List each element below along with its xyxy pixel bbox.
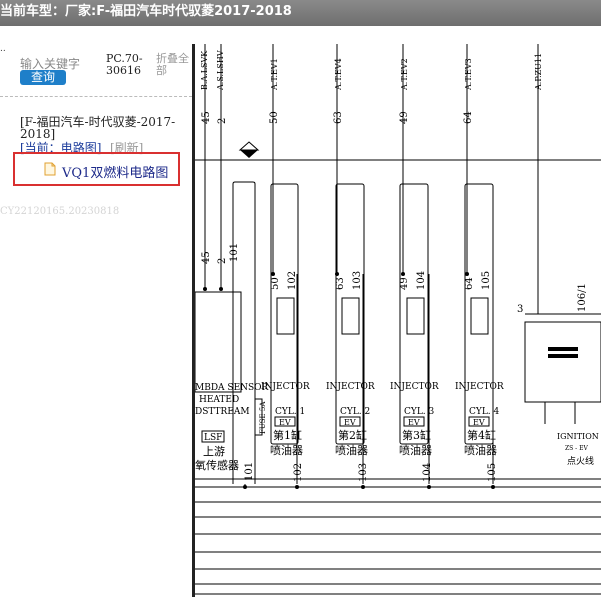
wire-tag-label: A.T.EV2 (400, 58, 409, 91)
injector-cn1: 第4缸 (467, 428, 496, 442)
injector-cyl: CYL. 3 (404, 407, 435, 417)
injector-label: INJECTOR (390, 382, 439, 392)
wire-number: 63 (333, 111, 344, 124)
ignition-code: ZS - EV (565, 445, 589, 452)
injector-block[interactable]: 63 103 INJECTOR CYL. 2EV第2缸喷油器 103 (326, 271, 375, 482)
ignition-pin2: 106/1 (577, 283, 588, 312)
injector-pin-b: 104 (416, 271, 427, 290)
ignition-cn: 点火线 (567, 455, 594, 467)
injector-pin-b: 102 (287, 271, 298, 290)
sensor-pin-1: 45 (201, 251, 212, 264)
injector-label: INJECTOR (261, 382, 310, 392)
injector-cyl: CYL. 1 (275, 407, 305, 417)
injector-out-num: 105 (487, 463, 498, 482)
ignition-pin: 3 (517, 304, 523, 315)
injector-pin-b: 105 (481, 271, 492, 290)
injector-pin-a: 64 (464, 277, 475, 290)
wire-number: 50 (269, 111, 280, 124)
injector-out-num: 103 (358, 463, 369, 482)
injector-label: INJECTOR (326, 382, 375, 392)
wire-tag-label: A.T.EV1 (270, 58, 279, 91)
wire-number: 45 (201, 111, 212, 124)
wire-number: 64 (463, 111, 474, 124)
sensor-out-num: 101 (244, 462, 255, 481)
diagram-svg: B.A.LSVK A.S.LSHV A.T.EV1 A.T.EV4 A.T.EV2 A.T… (195, 44, 601, 595)
injector-out-num: 102 (293, 463, 304, 482)
injector-block[interactable]: 49 104 INJECTOR CYL. 3EV第3缸喷油器 104 (390, 271, 439, 482)
wire-tag-label: A.S.LSHV (216, 50, 225, 91)
query-button[interactable]: 查询 (20, 70, 66, 85)
wire-number: 49 (399, 111, 410, 124)
injector-pin-a: 49 (399, 277, 410, 290)
collapse-all-button[interactable]: 折叠全部 (156, 53, 192, 77)
vehicle-title: 厂家:F-福田汽车时代驭菱2017-2018 (65, 4, 292, 19)
injector-block[interactable]: 64 105 INJECTOR CYL. 4EV第4缸喷油器 105 (455, 271, 504, 482)
tiny-marker: .. (0, 44, 6, 54)
injector-cn2: 喷油器 (464, 443, 497, 457)
wire-number: 2 (217, 118, 228, 124)
injector-cn2: 喷油器 (270, 443, 303, 457)
document-icon (44, 162, 56, 176)
wiring-diagram[interactable]: B.A.LSVK A.S.LSHV A.T.EV1 A.T.EV4 A.T.EV2 A.T… (195, 44, 601, 597)
title-bar: 当前车型：厂家:F-福田汽车时代驭菱2017-2018 (0, 0, 601, 26)
sensor-pin-2: 2 (217, 258, 228, 264)
tree-root[interactable]: [F-福田汽车-时代驭菱-2017-2018] (20, 116, 180, 140)
injector-cn1: 第1缸 (273, 428, 302, 442)
injector-label: INJECTOR (455, 382, 504, 392)
sensor-text-2: HEATED (199, 395, 239, 405)
injector-pin-a: 63 (335, 277, 346, 290)
sensor-text-1: MBDA SENSOR (195, 383, 269, 393)
injector-cyl: CYL. 4 (469, 407, 500, 417)
sensor-cn-2: 氧传感器 (195, 458, 239, 472)
sensor-pin-3: 101 (229, 243, 240, 262)
injector-code: EV (408, 418, 420, 427)
injector-cn2: 喷油器 (335, 443, 368, 457)
sensor-code: LSF (204, 433, 222, 443)
sensor-text-3: DSTTREAM (195, 407, 250, 417)
tree-item-label[interactable]: VQ1双燃料电路图 (62, 162, 168, 181)
fuse-label: FUSE 5A (259, 401, 267, 434)
wire-tag-label: A.T.EV3 (464, 58, 473, 91)
pc-label: PC.70-30616 (106, 52, 143, 77)
sidebar: .. 输入关键字 查询 PC.70-30616 折叠全部 [F-福田汽车-时代驭… (0, 26, 192, 597)
injector-pin-b: 103 (352, 271, 363, 290)
injector-code: EV (473, 418, 485, 427)
injector-out-num: 104 (422, 463, 433, 482)
divider (0, 96, 192, 97)
wire-tag-label: B.A.LSVK (200, 50, 209, 90)
title-prefix: 当前车型： (0, 4, 66, 19)
wire-tag-label: A.T.EV4 (334, 58, 343, 91)
ignition-label: IGNITION C (557, 432, 601, 441)
sensor-cn-1: 上游 (203, 445, 225, 458)
injector-cn2: 喷油器 (399, 443, 432, 457)
injector-cn1: 第3缸 (402, 428, 431, 442)
injector-code: EV (279, 418, 291, 427)
watermark-text: CY22120165.20230818 (0, 206, 120, 217)
wire-tag-label: A.P.ZU11 (534, 53, 543, 91)
injector-cn1: 第2缸 (338, 428, 367, 442)
injector-pin-a: 50 (270, 277, 281, 290)
injector-block[interactable]: 50 102 INJECTOR CYL. 1EV第1缸喷油器 102 (261, 271, 310, 482)
injector-cyl: CYL. 2 (340, 407, 370, 417)
injector-code: EV (344, 418, 356, 427)
